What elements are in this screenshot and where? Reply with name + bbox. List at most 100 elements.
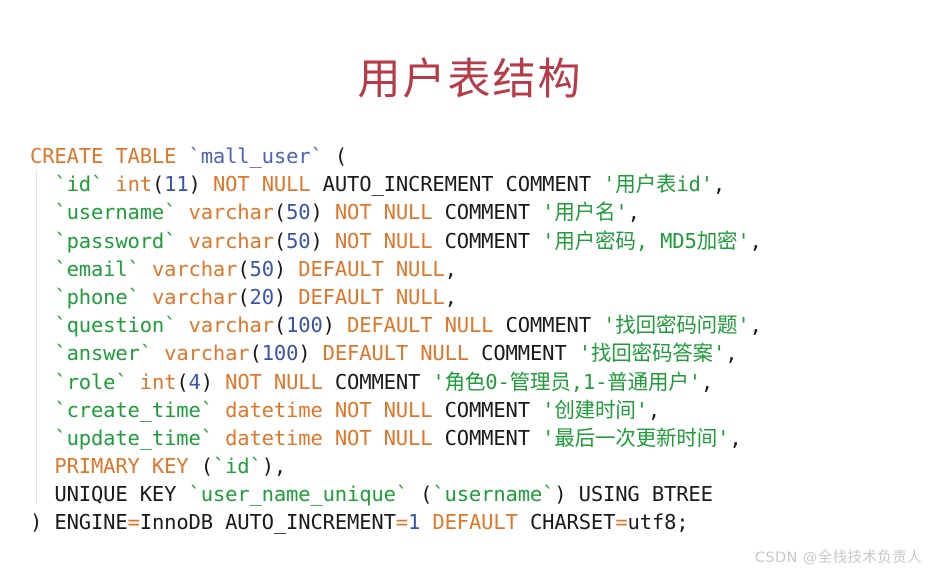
code-token: '用户密码, MD5加密' (542, 228, 750, 253)
code-token: NOT NULL (334, 425, 433, 450)
code-token: ) USING BTREE (554, 482, 713, 507)
code-token: , (729, 425, 742, 450)
code-token: , (749, 228, 762, 253)
code-token: ) ENGINE (30, 510, 128, 535)
code-token: COMMENT (493, 313, 604, 338)
code-token: ( (188, 454, 213, 479)
code-token: COMMENT (432, 228, 543, 253)
code-token: DEFAULT NULL (298, 284, 445, 309)
code-token: `update_time` (54, 425, 213, 450)
code-token: varchar (188, 313, 275, 338)
code-token: ) (298, 341, 323, 366)
code-token: 100 (261, 341, 299, 366)
code-line: UNIQUE KEY `user_name_unique` (`username… (30, 480, 930, 508)
code-token: , (627, 200, 640, 225)
code-token: varchar (151, 284, 238, 309)
code-token: , (647, 397, 661, 422)
code-token: `id` (212, 454, 262, 479)
code-token: COMMENT (322, 369, 433, 394)
code-token: ) (188, 172, 213, 197)
code-token: ), (261, 454, 287, 479)
code-line: `password` varchar(50) NOT NULL COMMENT … (30, 227, 930, 255)
code-token: COMMENT (468, 341, 579, 366)
code-token: `id` (54, 172, 104, 197)
code-token: ( (249, 341, 262, 366)
page-title: 用户表结构 (357, 55, 583, 105)
code-token: = (615, 510, 628, 535)
code-token: '创建时间' (542, 397, 648, 422)
code-token: ) (200, 369, 226, 394)
code-token: PRIMARY KEY (54, 454, 189, 479)
code-token: int (115, 172, 152, 197)
code-token: , (749, 313, 762, 338)
code-token: '用户名' (542, 200, 628, 225)
sql-code-block: CREATE TABLE `mall_user` ( `id` int(11) … (30, 142, 930, 537)
code-token: NOT NULL (334, 228, 433, 253)
code-token: `question` (54, 313, 177, 338)
code-token: , (700, 369, 714, 394)
code-token: '最后一次更新时间' (542, 425, 730, 450)
code-line: `id` int(11) NOT NULL AUTO_INCREMENT COM… (30, 170, 930, 198)
code-token: UNIQUE KEY (30, 482, 189, 507)
code-line: `username` varchar(50) NOT NULL COMMENT … (30, 198, 930, 226)
code-token: TABLE (115, 144, 177, 168)
code-token: ( (237, 284, 250, 309)
code-token: NOT NULL (334, 397, 433, 422)
code-token: ( (176, 369, 189, 394)
code-token: ( (273, 228, 287, 253)
code-token: 50 (286, 228, 311, 253)
code-token: '角色0-管理员,1-普通用户' (432, 369, 701, 394)
code-token: `user_name_unique` (188, 482, 409, 507)
code-token: AUTO_INCREMENT COMMENT (310, 172, 604, 197)
code-token: InnoDB AUTO_INCREMENT (139, 510, 396, 535)
code-token: '找回密码答案' (578, 341, 726, 366)
code-token: `answer` (54, 341, 152, 366)
code-line: `role` int(4) NOT NULL COMMENT '角色0-管理员,… (30, 368, 930, 396)
code-token: `role` (54, 369, 128, 394)
code-token: , (725, 341, 738, 366)
code-token: `create_time` (54, 397, 213, 422)
code-token: = (127, 510, 140, 535)
code-token: ( (407, 482, 433, 507)
code-token: NOT NULL (334, 200, 433, 225)
code-line: `phone` varchar(20) DEFAULT NULL, (30, 283, 930, 311)
code-token: = (395, 510, 408, 535)
code-token: varchar (188, 200, 275, 225)
code-token: 1 (408, 510, 421, 535)
code-token: varchar (164, 341, 250, 366)
code-token: NOT NULL (225, 369, 323, 394)
code-token: 50 (286, 200, 311, 225)
code-token: , (712, 172, 726, 197)
code-line: `answer` varchar(100) DEFAULT NULL COMME… (30, 339, 930, 367)
code-token: ( (237, 256, 250, 281)
code-token: ( (273, 313, 287, 338)
code-token: ) (310, 200, 335, 225)
code-token: `password` (54, 228, 177, 253)
code-token: NOT NULL (212, 172, 311, 197)
code-token: COMMENT (432, 425, 543, 450)
code-line: CREATE TABLE `mall_user` ( (30, 142, 930, 170)
code-token: ) (273, 284, 299, 309)
code-token: `mall_user` (188, 144, 323, 168)
code-token: 4 (188, 369, 201, 394)
code-line: `question` varchar(100) DEFAULT NULL COM… (30, 311, 930, 339)
code-token: DEFAULT NULL (347, 313, 494, 338)
code-token: COMMENT (432, 200, 543, 225)
